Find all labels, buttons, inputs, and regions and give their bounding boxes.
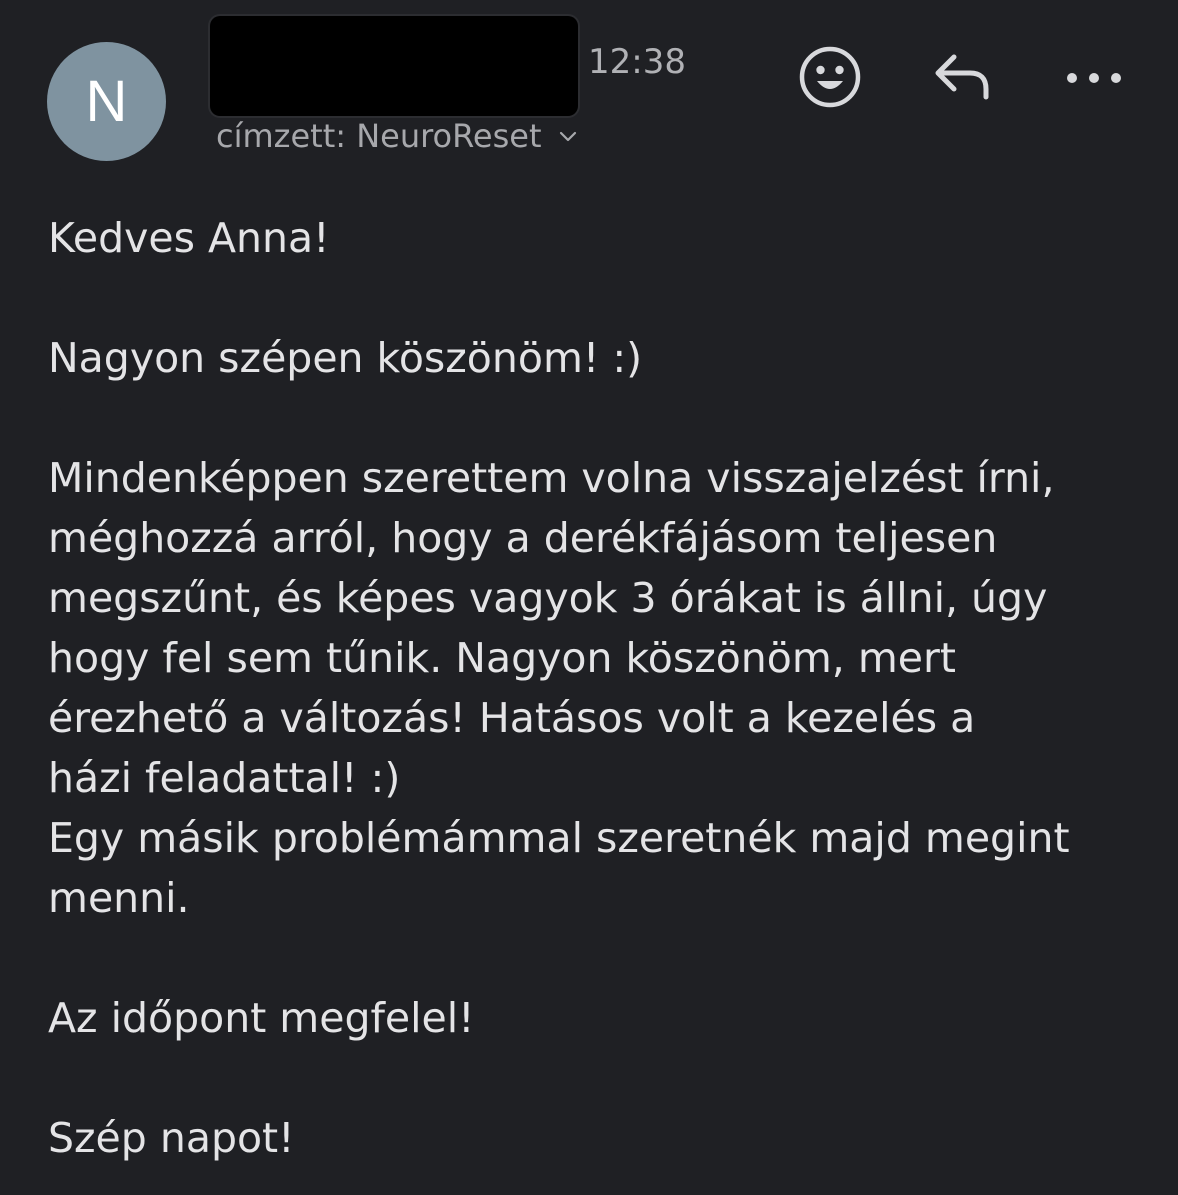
request-line: menni. — [48, 874, 190, 922]
empty-line — [48, 1048, 1158, 1108]
emoji-reaction-button[interactable] — [796, 43, 864, 111]
greeting-line: Kedves Anna! — [48, 214, 330, 262]
recipient-label: címzett: NeuroReset — [216, 117, 542, 155]
redacted-sender-name — [210, 16, 578, 116]
more-options-button[interactable] — [1062, 58, 1126, 98]
thanks-line: Nagyon szépen köszönöm! :) — [48, 334, 643, 382]
closing-line: Szép napot! — [48, 1114, 295, 1162]
chevron-down-icon — [559, 131, 576, 142]
sender-avatar[interactable]: N — [47, 42, 166, 161]
reply-icon — [935, 54, 989, 100]
more-dots-icon — [1067, 73, 1121, 83]
feedback-line: érezhető a változás! Hatásos volt a keze… — [48, 694, 976, 742]
request-line: Egy másik problémámmal szeretnék majd me… — [48, 814, 1070, 862]
message-time: 12:38 — [588, 42, 686, 82]
feedback-line: megszűnt, és képes vagyok 3 órákat is ál… — [48, 574, 1048, 622]
empty-line — [48, 268, 1158, 328]
empty-line — [48, 928, 1158, 988]
feedback-line: hogy fel sem tűnik. Nagyon köszönöm, mer… — [48, 634, 956, 682]
avatar-letter: N — [85, 68, 128, 134]
recipient-toggle[interactable]: címzett: NeuroReset — [216, 115, 578, 157]
feedback-line: Mindenképpen szerettem volna visszajelzé… — [48, 454, 1055, 502]
feedback-line: méghozzá arról, hogy a derékfájásom telj… — [48, 514, 998, 562]
reply-button[interactable] — [928, 49, 996, 105]
feedback-line: házi feladattal! :) — [48, 754, 401, 802]
message-body: Kedves Anna! Nagyon szépen köszönöm! :) … — [48, 208, 1158, 1168]
emoji-smile-icon — [799, 46, 861, 108]
empty-line — [48, 388, 1158, 448]
appointment-line: Az időpont megfelel! — [48, 994, 475, 1042]
